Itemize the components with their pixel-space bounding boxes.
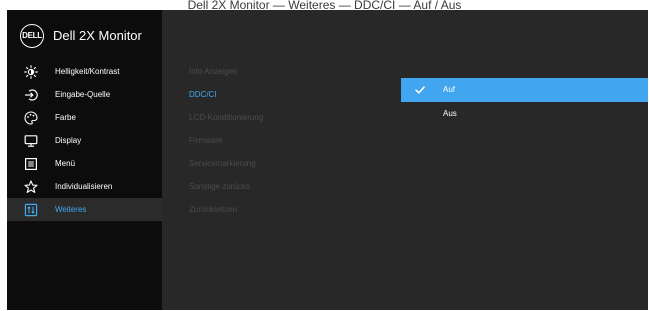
sidebar-item-label: Helligkeit/Kontrast	[55, 67, 120, 76]
brand-header: DELL Dell 2X Monitor	[7, 10, 162, 58]
monitor-osd-window: DELL Dell 2X Monitor Helligkeit/Kontrast…	[7, 10, 648, 310]
submenu: Info Anzeigen DDC/CI LCD-Konditionierung…	[189, 60, 263, 221]
submenu-item-display-info[interactable]: Info Anzeigen	[189, 60, 263, 83]
checkmark-icon	[413, 78, 427, 102]
sidebar-item-label: Farbe	[55, 113, 76, 122]
sidebar-item-others[interactable]: Weiteres	[7, 198, 162, 221]
sidebar-item-label: Individualisieren	[55, 182, 113, 191]
option-label: Auf	[443, 85, 456, 94]
sidebar-item-input-source[interactable]: Eingabe-Quelle	[7, 83, 162, 106]
sidebar-item-label: Weiteres	[55, 205, 87, 214]
sidebar-item-brightness-contrast[interactable]: Helligkeit/Kontrast	[7, 60, 162, 83]
star-icon	[7, 175, 55, 198]
sidebar-nav: Helligkeit/Kontrast Eingabe-Quelle Farbe…	[7, 60, 162, 221]
sidebar: DELL Dell 2X Monitor Helligkeit/Kontrast…	[7, 10, 162, 310]
dell-logo: DELL	[20, 24, 44, 48]
page-caption: Dell 2X Monitor — Weiteres — DDC/CI — Au…	[187, 0, 462, 10]
display-icon	[7, 129, 55, 152]
sidebar-item-menu[interactable]: Menü	[7, 152, 162, 175]
submenu-item-other-reset[interactable]: Sonstige zurücks.	[189, 175, 263, 198]
others-icon	[7, 198, 55, 221]
option-off[interactable]: Aus	[401, 102, 648, 126]
submenu-item-service-tag[interactable]: Servicemarkierung	[189, 152, 263, 175]
sidebar-item-display[interactable]: Display	[7, 129, 162, 152]
sidebar-item-label: Eingabe-Quelle	[55, 90, 111, 99]
input-source-icon	[7, 83, 55, 106]
sidebar-item-personalize[interactable]: Individualisieren	[7, 175, 162, 198]
model-name: Dell 2X Monitor	[53, 28, 142, 43]
submenu-item-lcd-conditioning[interactable]: LCD-Konditionierung	[189, 106, 263, 129]
menu-icon	[7, 152, 55, 175]
sidebar-item-label: Display	[55, 136, 82, 145]
sidebar-item-label: Menü	[55, 159, 76, 168]
option-on[interactable]: Auf	[401, 78, 648, 102]
sidebar-item-color[interactable]: Farbe	[7, 106, 162, 129]
brightness-icon	[7, 60, 55, 83]
ddc-ci-options: Auf Aus	[401, 78, 648, 126]
color-palette-icon	[7, 106, 55, 129]
submenu-item-ddc-ci[interactable]: DDC/CI	[189, 83, 263, 106]
submenu-item-factory-reset[interactable]: Zurücksetzen	[189, 198, 263, 221]
submenu-item-firmware[interactable]: Firmware	[189, 129, 263, 152]
option-label: Aus	[443, 109, 457, 118]
